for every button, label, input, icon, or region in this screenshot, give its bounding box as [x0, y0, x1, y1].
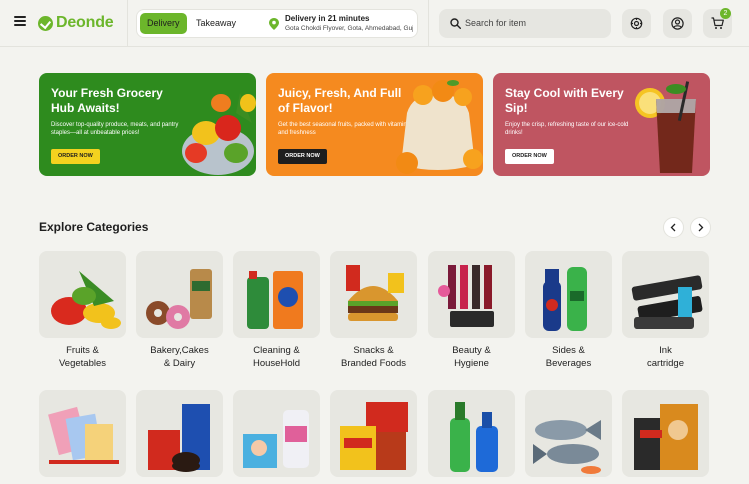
chevron-left-icon [670, 223, 676, 232]
category-image [136, 390, 223, 477]
settings-icon [630, 17, 643, 30]
fish-icon [533, 420, 601, 474]
vegetables-basket-image [182, 93, 256, 175]
cart-icon [711, 17, 724, 29]
category-image [525, 390, 612, 477]
delivery-mode-selector: Delivery Takeaway Delivery in 21 minutes… [136, 9, 418, 38]
promo-banner-grocery[interactable]: Your Fresh Grocery Hub Awaits! Discover … [39, 73, 256, 176]
category-label: Bakery,Cakes & Dairy [150, 345, 209, 369]
category-card[interactable] [330, 390, 417, 477]
category-card[interactable]: Beauty & Hygiene [428, 251, 515, 370]
detergent-icon [247, 271, 303, 329]
banner-subtitle: Discover top-quality produce, meats, and… [51, 122, 179, 136]
category-image [428, 251, 515, 338]
vegetables-icon [51, 271, 121, 329]
burger-icon [346, 265, 404, 321]
iced-drink-image [635, 81, 696, 173]
user-icon [671, 17, 684, 30]
promo-banner-fruits[interactable]: Juicy, Fresh, And Full of Flavor! Get th… [266, 73, 483, 176]
category-card[interactable] [136, 390, 223, 477]
header-divider [428, 0, 429, 46]
category-card[interactable]: Bakery,Cakes & Dairy [136, 251, 223, 370]
banner-subtitle: Get the best seasonal fruits, packed wit… [278, 122, 410, 136]
logo-check-icon [38, 15, 53, 31]
category-label: Ink cartridge [647, 345, 684, 369]
category-card[interactable] [39, 390, 126, 477]
category-label: Cleaning & HouseHold [253, 345, 300, 369]
banner-title: Your Fresh Grocery Hub Awaits! [51, 86, 163, 115]
category-card[interactable]: Fruits & Vegetables [39, 251, 126, 370]
category-card[interactable] [525, 390, 612, 477]
brand-logo[interactable]: Deonde [38, 13, 114, 33]
hair-oil-icon [450, 402, 498, 472]
cart-button[interactable]: 2 [703, 8, 732, 38]
soda-bottles-icon [543, 267, 587, 331]
category-image [330, 251, 417, 338]
delivery-eta[interactable]: Delivery in 21 minutes [285, 14, 369, 23]
cart-count-badge: 2 [720, 8, 731, 19]
search-icon [450, 18, 461, 29]
order-now-button[interactable]: ORDER NOW [505, 149, 554, 164]
category-label: Sides & Beverages [545, 345, 592, 369]
cosmetics-icon [438, 265, 494, 327]
category-label: Beauty & Hygiene [452, 345, 491, 369]
profile-button[interactable] [663, 9, 692, 38]
category-card[interactable]: Cleaning & HouseHold [233, 251, 320, 370]
category-card[interactable]: Snacks & Branded Foods [330, 251, 417, 370]
top-header: Deonde Delivery Takeaway Delivery in 21 … [0, 0, 749, 47]
brand-name: Deonde [56, 14, 114, 31]
spices-icon [340, 402, 408, 470]
category-image [233, 390, 320, 477]
settings-button[interactable] [622, 9, 651, 38]
location-pin-icon[interactable] [269, 18, 279, 30]
delivery-address[interactable]: Gota Chokdi Flyover, Gota, Ahmedabad, Gu… [285, 25, 413, 32]
search-input[interactable]: Search for item [439, 9, 611, 38]
category-label: Fruits & Vegetables [58, 345, 106, 369]
oranges-bag-image [396, 80, 483, 174]
bakery-icon [146, 269, 212, 329]
category-image [330, 390, 417, 477]
category-image [39, 251, 126, 338]
chevron-right-icon [698, 223, 704, 232]
menu-icon[interactable] [14, 16, 26, 28]
carousel-next-button[interactable] [690, 217, 711, 238]
category-image [622, 251, 709, 338]
category-image [525, 251, 612, 338]
carousel-prev-button[interactable] [663, 217, 684, 238]
banner-title: Stay Cool with Every Sip! [505, 86, 624, 115]
category-card[interactable] [233, 390, 320, 477]
takeaway-mode-button[interactable]: Takeaway [189, 13, 243, 34]
ink-cartridge-icon [631, 275, 703, 329]
search-placeholder: Search for item [465, 18, 527, 28]
category-card[interactable]: Sides & Beverages [525, 251, 612, 370]
category-card[interactable] [428, 390, 515, 477]
category-card[interactable]: Ink cartridge [622, 251, 709, 370]
banner-title: Juicy, Fresh, And Full of Flavor! [278, 86, 402, 115]
category-image [39, 390, 126, 477]
order-now-button[interactable]: ORDER NOW [51, 149, 100, 164]
category-image [622, 390, 709, 477]
stationery-icon [48, 406, 119, 464]
baby-care-icon [243, 410, 309, 468]
category-image [428, 390, 515, 477]
biscuits-icon [148, 404, 210, 472]
pet-food-icon [634, 404, 698, 470]
order-now-button[interactable]: ORDER NOW [278, 149, 327, 164]
section-title: Explore Categories [39, 220, 149, 234]
header-divider [127, 0, 128, 46]
category-image [136, 251, 223, 338]
delivery-mode-button[interactable]: Delivery [140, 13, 187, 34]
promo-banner-drinks[interactable]: Stay Cool with Every Sip! Enjoy the cris… [493, 73, 710, 176]
banner-subtitle: Enjoy the crisp, refreshing taste of our… [505, 122, 629, 136]
category-card[interactable] [622, 390, 709, 477]
category-image [233, 251, 320, 338]
category-label: Snacks & Branded Foods [341, 345, 406, 369]
